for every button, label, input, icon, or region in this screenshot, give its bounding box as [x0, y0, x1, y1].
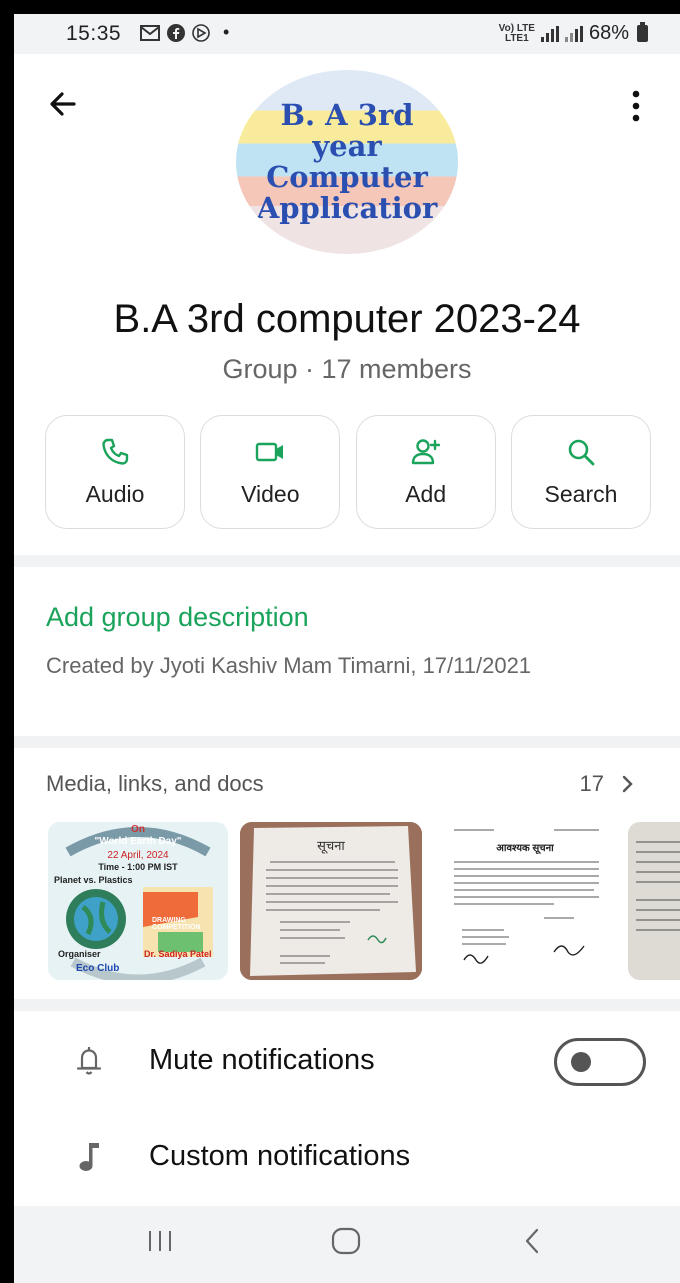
- more-options-icon[interactable]: [626, 82, 646, 132]
- section-divider: [14, 736, 680, 748]
- search-button[interactable]: Search: [510, 415, 651, 529]
- poster-competition: DRAWING COMPETITION: [152, 917, 201, 931]
- video-call-button[interactable]: Video: [200, 415, 341, 529]
- poster-date: 22 April, 2024: [107, 850, 169, 861]
- group-members-count: Group · 17 members: [222, 354, 472, 384]
- mute-notifications-label: Mute notifications: [149, 1044, 375, 1076]
- section-divider: [14, 555, 680, 567]
- audio-call-button[interactable]: Audio: [45, 415, 185, 529]
- notice-title: सूचना: [317, 838, 345, 853]
- status-time: 15:35: [66, 22, 122, 45]
- group-name[interactable]: B.A 3rd computer 2023-24: [14, 297, 680, 342]
- poster-theme: Planet vs. Plastics: [54, 875, 133, 885]
- status-right: Vo) LTE LTE1 68%: [499, 22, 648, 45]
- add-person-icon: [411, 438, 440, 464]
- section-divider: [14, 999, 680, 1011]
- media-links-docs-heading[interactable]: Media, links, and docs: [46, 771, 264, 797]
- search-icon: [568, 439, 595, 465]
- avatar-line-2: year: [312, 129, 382, 163]
- media-count: 17: [579, 771, 604, 796]
- poster-club: Eco Club: [76, 963, 120, 974]
- battery-percent: 68%: [588, 22, 629, 44]
- back-arrow-icon[interactable]: [44, 84, 84, 124]
- signal-icon-2: [564, 25, 583, 42]
- poster-on: On: [131, 824, 145, 835]
- toggle-knob: [571, 1052, 591, 1072]
- home-icon[interactable]: [330, 1226, 362, 1256]
- vpn-icon: [192, 23, 210, 42]
- video-label: Video: [241, 480, 300, 507]
- avatar-line-1: B. A 3rd: [280, 98, 414, 132]
- gmail-icon: [140, 24, 160, 41]
- add-label: Add: [405, 480, 447, 507]
- media-thumbnail-notice-photo[interactable]: सूचना: [240, 822, 422, 980]
- status-dot: •: [223, 22, 230, 42]
- audio-label: Audio: [85, 480, 145, 507]
- avatar-line-4: Applicatior: [256, 191, 438, 225]
- media-thumbnail-poster[interactable]: On "World Earth Day" 22 April, 2024 Time…: [48, 822, 228, 980]
- phone-icon: [102, 438, 129, 465]
- group-avatar[interactable]: B. A 3rd year Computer Applicatior: [236, 70, 458, 254]
- bell-icon: [76, 1047, 102, 1075]
- video-icon: [256, 442, 284, 461]
- back-icon[interactable]: [522, 1226, 542, 1256]
- network-label: Vo) LTE LTE1: [498, 22, 535, 44]
- custom-notifications-row[interactable]: Custom notifications: [14, 1128, 680, 1188]
- media-count-link[interactable]: 17: [580, 771, 634, 797]
- notification-icons: •: [140, 22, 229, 43]
- chevron-right-icon: [622, 775, 633, 793]
- poster-organiser: Organiser: [58, 949, 101, 959]
- created-by-text: Created by Jyoti Kashiv Mam Timarni, 17/…: [46, 653, 532, 678]
- signal-icon: [540, 25, 559, 42]
- add-group-description-link[interactable]: Add group description: [46, 602, 309, 633]
- facebook-icon: [167, 23, 185, 42]
- music-note-icon: [79, 1143, 99, 1171]
- mute-notifications-toggle[interactable]: [554, 1038, 646, 1086]
- add-member-button[interactable]: Add: [355, 415, 496, 529]
- poster-coordinator: Dr. Sadiya Patel: [144, 949, 212, 959]
- system-navigation-bar: [14, 1206, 680, 1283]
- media-thumbnail-partial[interactable]: [628, 822, 680, 980]
- action-buttons: Audio Video Add Search: [45, 415, 651, 529]
- poster-time: Time - 1:00 PM IST: [98, 862, 178, 872]
- battery-icon: [637, 22, 648, 42]
- recents-icon[interactable]: [146, 1226, 174, 1256]
- partial-thumbnail-graphic: [628, 822, 680, 980]
- status-bar: 15:35 • Vo) LTE LTE1 68%: [14, 14, 680, 54]
- media-thumbnail-printed-notice[interactable]: आवश्यक सूचना: [434, 822, 616, 980]
- group-info-screen: 15:35 • Vo) LTE LTE1 68% B. A 3rd year Co…: [14, 14, 680, 1283]
- poster-event: "World Earth Day": [94, 836, 182, 847]
- media-thumbnails: On "World Earth Day" 22 April, 2024 Time…: [48, 822, 680, 980]
- search-label: Search: [544, 480, 618, 507]
- printed-notice-title: आवश्यक सूचना: [496, 843, 554, 854]
- custom-notifications-label: Custom notifications: [149, 1140, 411, 1172]
- avatar-line-3: Computer: [266, 160, 428, 194]
